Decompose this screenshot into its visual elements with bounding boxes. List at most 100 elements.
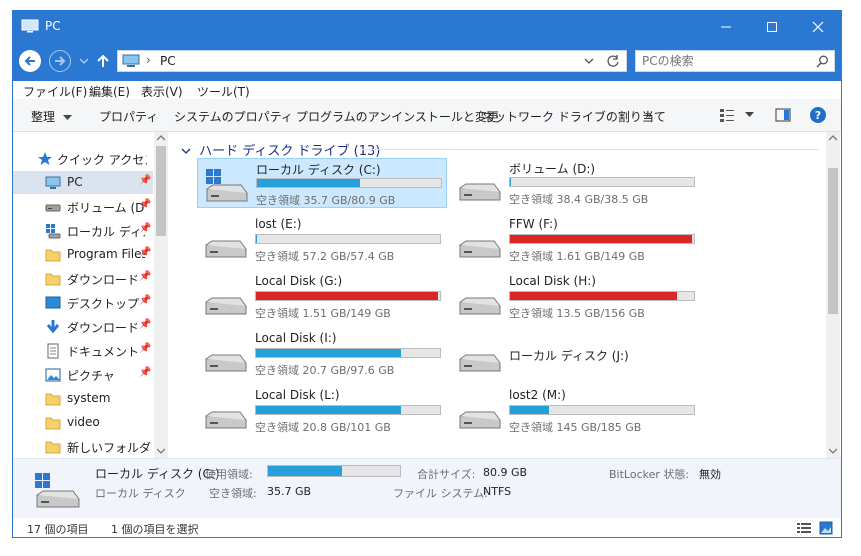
pc-icon <box>122 54 140 67</box>
nav-item-downloads[interactable]: ダウンロード 📌 <box>13 315 153 338</box>
windows-drive-icon <box>35 473 80 508</box>
drive-item[interactable]: lost (E:) 空き領域 57.2 GB/57.4 GB <box>197 215 447 265</box>
drive-usage-bar <box>509 291 695 301</box>
nav-item-pictures[interactable]: ピクチャ 📌 <box>13 363 153 386</box>
explorer-window: PC › PC PCの検索 ファイル(F) 編集(E) 表示(V) ツール(T)… <box>12 10 842 538</box>
title-bar[interactable]: PC <box>13 11 841 43</box>
details-usage-bar <box>267 465 401 477</box>
nav-item-new-folder-2[interactable]: 新しいフォルダ (2) <box>13 435 153 458</box>
close-button[interactable] <box>795 11 841 43</box>
pin-icon[interactable]: 📌 <box>139 367 151 378</box>
nav-item-quick-access[interactable]: クイック アクセス <box>13 147 153 170</box>
menu-edit[interactable]: 編集(E) <box>89 83 130 100</box>
drive-free-space: 空き領域 1.61 GB/149 GB <box>509 250 645 263</box>
chevron-down-icon[interactable] <box>584 57 594 65</box>
help-icon[interactable]: ? <box>809 106 827 124</box>
recent-dropdown-icon[interactable] <box>79 57 89 65</box>
scroll-down-icon[interactable] <box>829 448 837 454</box>
more-commands-button[interactable]: » <box>645 108 652 122</box>
drive-item[interactable]: ローカル ディスク (C:) 空き領域 35.7 GB/80.9 GB <box>197 158 447 208</box>
drive-name: FFW (F:) <box>509 217 558 231</box>
drive-item[interactable]: ボリューム (D:) 空き領域 38.4 GB/38.5 GB <box>451 158 701 208</box>
nav-item-desktop[interactable]: デスクトップ 📌 <box>13 291 153 314</box>
pin-icon[interactable]: 📌 <box>139 175 151 186</box>
nav-item-program-files[interactable]: Program Files 📌 <box>13 243 153 266</box>
pin-icon[interactable]: 📌 <box>139 199 151 210</box>
up-arrow-icon[interactable] <box>95 53 111 69</box>
nav-item-video[interactable]: video <box>13 411 153 434</box>
organize-button[interactable]: 整理 <box>31 108 72 125</box>
drive-item[interactable]: Local Disk (G:) 空き領域 1.51 GB/149 GB <box>197 272 447 322</box>
pin-icon[interactable]: 📌 <box>139 223 151 234</box>
view-options-icon[interactable] <box>719 108 735 122</box>
minimize-button[interactable] <box>703 11 749 43</box>
breadcrumb-pc[interactable]: PC <box>160 54 176 68</box>
forward-button[interactable] <box>49 50 71 72</box>
nav-label: ボリューム (D:) <box>67 201 145 215</box>
drive-name: Local Disk (L:) <box>255 388 340 402</box>
uninstall-programs-button[interactable]: プログラムのアンインストールと変更 <box>296 108 499 125</box>
drive-usage-fill <box>256 235 257 243</box>
maximize-button[interactable] <box>749 11 795 43</box>
drive-free-space: 空き領域 13.5 GB/156 GB <box>509 307 645 320</box>
status-bar: 17 個の項目 1 個の項目を選択 <box>13 518 841 537</box>
group-header[interactable]: ハード ディスク ドライブ (13) <box>181 140 380 159</box>
details-used-label: 使用領域: <box>205 468 253 481</box>
nav-item-volume-d[interactable]: ボリューム (D:) 📌 <box>13 195 153 218</box>
menu-tools[interactable]: ツール(T) <box>197 83 250 100</box>
folder-icon <box>45 441 61 454</box>
breadcrumb-separator[interactable]: › <box>146 53 151 67</box>
svg-text:?: ? <box>815 109 821 122</box>
windows-drive-icon <box>206 169 248 202</box>
drive-item[interactable]: FFW (F:) 空き領域 1.61 GB/149 GB <box>451 215 701 265</box>
nav-scrollbar[interactable] <box>154 132 168 458</box>
menu-view[interactable]: 表示(V) <box>141 83 183 100</box>
document-icon <box>47 343 59 359</box>
pin-icon[interactable]: 📌 <box>139 295 151 306</box>
chevron-down-icon[interactable] <box>745 112 754 118</box>
content-scroll-thumb[interactable] <box>828 168 838 314</box>
nav-item-system[interactable]: system <box>13 387 153 410</box>
drive-item[interactable]: Local Disk (I:) 空き領域 20.7 GB/97.6 GB <box>197 329 447 379</box>
content-scrollbar[interactable] <box>826 132 840 458</box>
scroll-down-icon[interactable] <box>157 448 165 454</box>
drive-free-space: 空き領域 20.7 GB/97.6 GB <box>255 364 395 377</box>
download-icon <box>46 320 60 334</box>
scroll-up-icon[interactable] <box>157 135 165 141</box>
map-network-drive-button[interactable]: ネットワーク ドライブの割り当て <box>482 108 666 125</box>
drive-usage-fill <box>256 292 439 300</box>
group-title: ハード ディスク ドライブ (13) <box>199 144 381 159</box>
drive-usage-fill <box>510 406 549 414</box>
pin-icon[interactable]: 📌 <box>139 319 151 330</box>
content-pane: ハード ディスク ドライブ (13) ローカル ディスク (C:) 空き領域 35… <box>173 132 827 458</box>
pin-icon[interactable]: 📌 <box>139 343 151 354</box>
drive-item[interactable]: Local Disk (L:) 空き領域 20.8 GB/101 GB <box>197 386 447 436</box>
drive-icon <box>205 411 247 429</box>
nav-item-documents[interactable]: ドキュメント 📌 <box>13 339 153 362</box>
chevron-down-icon <box>181 148 191 154</box>
menu-file[interactable]: ファイル(F) <box>23 83 87 100</box>
nav-item-local-disk[interactable]: ローカル ディスク 📌 <box>13 219 153 242</box>
refresh-icon[interactable] <box>606 54 620 68</box>
system-properties-button[interactable]: システムのプロパティ <box>174 108 293 125</box>
back-button[interactable] <box>19 50 41 72</box>
address-bar[interactable]: › PC <box>117 50 627 72</box>
search-input[interactable] <box>636 51 818 71</box>
nav-item-pc[interactable]: PC 📌 <box>13 171 153 194</box>
pin-icon[interactable]: 📌 <box>139 247 151 258</box>
details-view-icon[interactable] <box>797 522 811 534</box>
drive-icon <box>205 297 247 315</box>
pin-icon[interactable]: 📌 <box>139 271 151 282</box>
preview-pane-icon[interactable] <box>775 108 791 122</box>
folder-icon <box>45 249 61 262</box>
nav-scroll-thumb[interactable] <box>156 146 166 236</box>
properties-button[interactable]: プロパティ <box>99 108 158 125</box>
drive-item[interactable]: lost2 (M:) 空き領域 145 GB/185 GB <box>451 386 701 436</box>
search-icon[interactable] <box>816 55 829 68</box>
scroll-up-icon[interactable] <box>829 135 837 141</box>
drive-item[interactable]: ローカル ディスク (J:) <box>451 329 701 379</box>
drive-item[interactable]: Local Disk (H:) 空き領域 13.5 GB/156 GB <box>451 272 701 322</box>
drive-usage-fill <box>510 292 678 300</box>
nav-item-downloads-folder[interactable]: ダウンロード 📌 <box>13 267 153 290</box>
large-icons-view-icon[interactable] <box>819 521 833 535</box>
